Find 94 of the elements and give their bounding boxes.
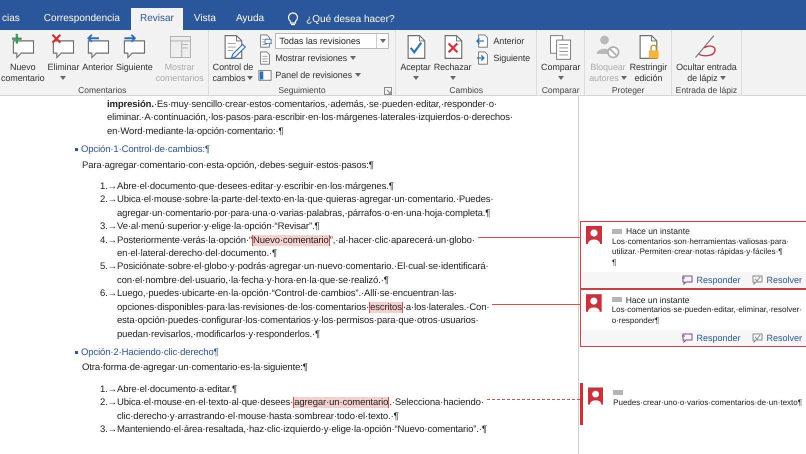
caret-icon bbox=[720, 76, 726, 80]
ribbon-button[interactable]: Aceptar bbox=[399, 33, 432, 84]
ribbon-button[interactable]: Panel de revisiones bbox=[258, 67, 390, 83]
document-icon bbox=[258, 51, 272, 65]
ribbon-button[interactable]: Restringir edición bbox=[628, 33, 668, 84]
list-number: 3.→ bbox=[100, 422, 117, 436]
comment-time: Hace un instante bbox=[626, 294, 690, 305]
person-blocked-icon bbox=[594, 33, 622, 61]
list-item-text: Ve·al·menú·superior·y·elige·la·opción·“Revisar”.¶ bbox=[117, 220, 320, 234]
list-item-text: Posteriormente·verás·la·opción·“Nuevo·comentario”,·al·hacer·clic·aparecerá·un·globo· en·el·lateral·derecho·del·documento.·¶ bbox=[117, 234, 475, 260]
list-number: 5.→ bbox=[100, 260, 117, 274]
reply-button[interactable]: Responder bbox=[682, 275, 740, 286]
caret-icon bbox=[620, 76, 627, 80]
ribbon-tab[interactable]: Ayuda bbox=[226, 8, 274, 30]
ribbon-tab[interactable]: Revisar bbox=[130, 8, 183, 30]
blurred-name bbox=[613, 390, 624, 396]
resolve-button[interactable]: Resolver bbox=[752, 333, 802, 344]
avatar-icon bbox=[588, 387, 604, 406]
comment-anchor-highlight: escritos bbox=[369, 302, 403, 313]
paragraph: impresión.·Es·muy·sencillo·crear·estos·comentarios,·además,·se·pueden·editar,·responder·o· eliminar.·A·continuación,·los·pasos·para·escribir·en·los·márgenes·laterales·izquierdos·o·derechos· en·Word·mediante·la·opción·comentario:·¶ bbox=[106, 98, 513, 138]
comment-card[interactable]: Hace un instante Los·comentarios·son·herramientas·valiosas·para· utilizar.·Permiten·crear·notas·rápidas·y·fáciles·¶ ¶ Responder Resolver bbox=[580, 220, 806, 290]
ribbon-button[interactable]: Control de cambios bbox=[212, 33, 254, 84]
lightbulb-icon bbox=[287, 12, 300, 26]
group-label: Cambios bbox=[449, 84, 483, 94]
list-item-text: Manteniendo·el·área·resaltada,·haz·clic·izquierdo·y·elige·la·opción·“Nuevo·comentario”.·¶ bbox=[117, 422, 487, 436]
caret-icon bbox=[380, 39, 386, 43]
comment-check-icon bbox=[752, 275, 764, 286]
ribbon-tab[interactable]: Vista bbox=[184, 8, 225, 30]
comment-text: Puedes·crear·uno·o·varios·comentarios·de·un·texto¶ bbox=[613, 398, 802, 409]
comment-anchor-highlight: agregar·un·comentario bbox=[293, 397, 390, 408]
ribbon-button[interactable]: Nuevo comentario bbox=[0, 33, 46, 84]
comment-card[interactable]: Hace un instante Los·comentarios·se·pueden·editar,·eliminar,·resolver· o·responder¶ Responder Resolver bbox=[580, 289, 806, 348]
list-item-text: Abre·el·documento·a·editar.¶ bbox=[117, 382, 238, 396]
ribbon-button[interactable]: Siguiente bbox=[476, 50, 530, 66]
heading-bullet-icon bbox=[75, 148, 78, 152]
avatar-icon bbox=[586, 226, 602, 244]
list-number: 2.→ bbox=[100, 193, 117, 208]
ribbon-button[interactable]: Mostrar revisiones bbox=[258, 50, 390, 66]
caret-icon bbox=[350, 56, 356, 60]
section-heading: Opción·2·Haciendo·clic·derecho¶ bbox=[81, 346, 219, 360]
avatar-icon bbox=[586, 294, 602, 312]
list-item-text: Abre·el·documento·que·desees·editar·y·escribir·en·los·márgenes.¶ bbox=[117, 180, 394, 194]
ribbon-button[interactable]: Comparar bbox=[540, 33, 582, 84]
list-item-text: Ubica·el·mouse·sobre·la·parte·del·texto·en·la·que·quieras·agregar·un·comentario.·Puedes· agregar·un·comentario·por·para·una·o·varias·palabras,·párrafos·o·en·una·hoja·completa.¶ bbox=[117, 193, 494, 220]
group-label: Seguimiento bbox=[278, 84, 326, 94]
comment-text: Los·comentarios·se·pueden·editar,·eliminar,·resolver· o·responder¶ bbox=[612, 305, 802, 326]
reply-icon bbox=[682, 333, 694, 344]
comment-anchor-highlight: Nuevo·comentario bbox=[252, 234, 330, 246]
document-right-arrow-icon bbox=[476, 51, 490, 65]
list-item-text: Posiciónate·sobre·el·globo·y·podrás·agregar·un·nuevo·comentario.·El·cual·se·identificará· con·el·nombre·del·usuario,·la·fecha·y·hora·en·la·que·se·realizó.·¶ bbox=[117, 260, 489, 288]
comment-time: Hace un instante bbox=[626, 226, 690, 236]
group-label: Entrada de lápiz bbox=[676, 84, 738, 94]
list-number: 1.→ bbox=[100, 180, 117, 194]
launcher-icon[interactable] bbox=[384, 87, 392, 95]
list-number: 3.→ bbox=[100, 220, 117, 234]
group-label: Comentarios bbox=[78, 84, 126, 94]
ribbon-button[interactable]: Ocultar entrada de lápiz bbox=[675, 33, 738, 84]
document-markup-icon bbox=[258, 34, 272, 48]
list-number: 6.→ bbox=[100, 287, 117, 302]
section-heading: Opción·1·Control·de·cambios:¶ bbox=[81, 143, 210, 157]
list-item-text: Ubica·el·mouse·en·el·texto·al·que·desees·agregar·un·comentario.·Selecciona·haciendo· clic·derecho·y·arrastrando·el·mouse·hasta·sombrear·todo·el·texto.·¶ bbox=[117, 396, 484, 423]
caret-icon bbox=[558, 76, 564, 80]
paragraph: Otra·forma·de·agregar·un·comentario·es·la·siguiente:¶ bbox=[81, 361, 308, 375]
caret-icon bbox=[60, 76, 66, 80]
caret-icon bbox=[412, 76, 419, 80]
comment-text: Los·comentarios·son·herramientas·valiosas·para· utilizar.·Permiten·crear·notas·rápidas·y·fáciles·¶ ¶ bbox=[612, 236, 789, 268]
blurred-name bbox=[612, 228, 622, 234]
reply-button[interactable]: Responder bbox=[682, 333, 740, 344]
group-label: Proteger bbox=[612, 84, 644, 94]
group-label: Comparar bbox=[542, 84, 580, 94]
tell-me-search[interactable]: ¿Qué desea hacer? bbox=[287, 8, 395, 30]
document-left-arrow-icon bbox=[476, 34, 490, 48]
caret-icon bbox=[355, 73, 362, 77]
ribbon-button[interactable]: Rechazar bbox=[432, 33, 472, 84]
reply-icon bbox=[682, 275, 694, 286]
list-item-text: Luego,·puedes·ubicarte·en·la·opción·“Control·de·cambios”.·Allí·se·encuentran·las· opciones·disponibles·para·las·revisiones·de·los·comentarios·escritos·a·los·laterales.·Con· esta·opción·puedes·configurar·los·comentarios·y·los·permisos·para·que·otros·usuarios· puedan·revisarlos,·modificarlos·y·responderlos.·¶ bbox=[117, 287, 490, 341]
caret-icon bbox=[247, 76, 254, 80]
ribbon-button[interactable]: Siguiente bbox=[114, 33, 154, 84]
list-number: 2.→ bbox=[100, 396, 117, 410]
paragraph: Para·agregar·comentario·con·esta·opción,·debes·seguir·estos·pasos:¶ bbox=[81, 158, 374, 172]
caret-icon bbox=[450, 76, 456, 80]
list-number: 4.→ bbox=[100, 234, 117, 248]
ribbon-button[interactable]: Anterior bbox=[81, 33, 114, 84]
ribbon-tab[interactable]: Correspondencia bbox=[34, 8, 129, 30]
panel-icon bbox=[258, 68, 272, 82]
resolve-button[interactable]: Resolver bbox=[752, 275, 802, 286]
list-number: 1.→ bbox=[100, 382, 117, 396]
ribbon-tab[interactable]: cias bbox=[0, 8, 29, 30]
markup-dropdown[interactable]: Todas las revisiones bbox=[275, 33, 390, 49]
heading-bullet-icon bbox=[75, 351, 78, 354]
comment-check-icon bbox=[752, 333, 764, 344]
ribbon-button[interactable]: Anterior bbox=[476, 33, 530, 49]
ribbon-button[interactable]: Eliminar bbox=[46, 33, 80, 84]
blurred-name bbox=[612, 297, 622, 302]
